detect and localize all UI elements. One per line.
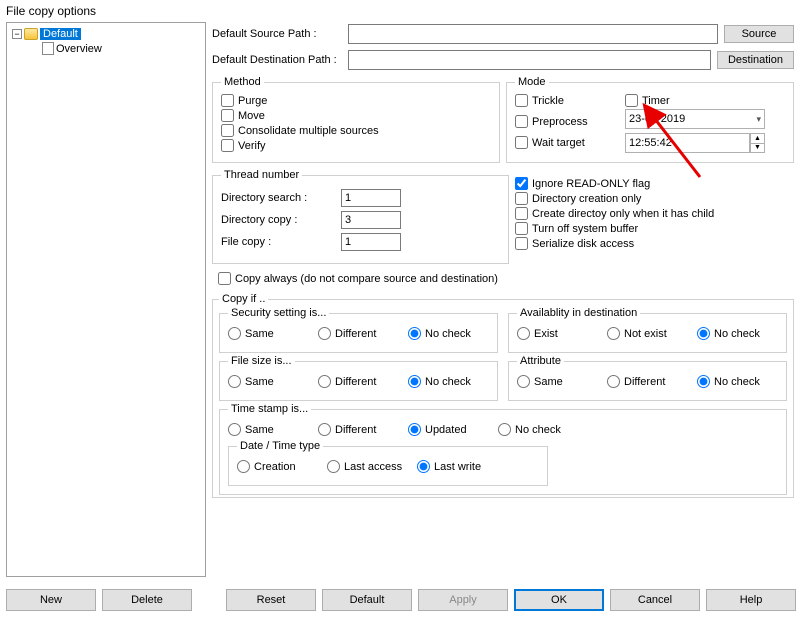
filesize-different-radio[interactable]: Different: [318, 375, 398, 388]
dir-copy-input[interactable]: [341, 211, 401, 229]
cancel-button[interactable]: Cancel: [610, 589, 700, 611]
timer-checkbox[interactable]: Timer: [625, 94, 785, 107]
folder-icon: [24, 28, 38, 40]
copy-if-fieldset: Copy if .. Security setting is... Same D…: [212, 293, 794, 498]
move-checkbox[interactable]: Move: [221, 109, 491, 122]
serialize-checkbox[interactable]: Serialize disk access: [515, 237, 794, 250]
dt-creation-radio[interactable]: Creation: [237, 460, 317, 473]
security-same-radio[interactable]: Same: [228, 327, 308, 340]
timestamp-nocheck-radio[interactable]: No check: [498, 423, 578, 436]
source-path-input[interactable]: [348, 24, 718, 44]
source-path-label: Default Source Path :: [212, 28, 342, 40]
create-dir-child-checkbox[interactable]: Create directoy only when it has child: [515, 207, 794, 220]
security-fieldset: Security setting is... Same Different No…: [219, 307, 498, 353]
dir-creation-only-checkbox[interactable]: Directory creation only: [515, 192, 794, 205]
apply-button[interactable]: Apply: [418, 589, 508, 611]
window-title: File copy options: [0, 0, 800, 22]
filesize-fieldset: File size is... Same Different No check: [219, 355, 498, 401]
timestamp-same-radio[interactable]: Same: [228, 423, 308, 436]
timestamp-updated-radio[interactable]: Updated: [408, 423, 488, 436]
method-fieldset: Method Purge Move Consolidate multiple s…: [212, 76, 500, 163]
method-legend: Method: [221, 76, 264, 88]
dir-copy-label: Directory copy :: [221, 214, 341, 226]
avail-notexist-radio[interactable]: Not exist: [607, 327, 687, 340]
turn-off-buffer-checkbox[interactable]: Turn off system buffer: [515, 222, 794, 235]
filesize-nocheck-radio[interactable]: No check: [408, 375, 488, 388]
copy-always-checkbox[interactable]: Copy always (do not compare source and d…: [218, 272, 794, 285]
tree-node-overview[interactable]: Overview: [41, 41, 201, 56]
tree-label-default: Default: [40, 28, 81, 40]
security-different-radio[interactable]: Different: [318, 327, 398, 340]
consolidate-checkbox[interactable]: Consolidate multiple sources: [221, 124, 491, 137]
time-picker[interactable]: 12:55:42: [625, 133, 750, 153]
trickle-checkbox[interactable]: Trickle: [515, 94, 621, 107]
tree-label-overview: Overview: [56, 43, 102, 55]
attribute-fieldset: Attribute Same Different No check: [508, 355, 787, 401]
avail-exist-radio[interactable]: Exist: [517, 327, 597, 340]
help-button[interactable]: Help: [706, 589, 796, 611]
file-copy-input[interactable]: [341, 233, 401, 251]
filesize-same-radio[interactable]: Same: [228, 375, 308, 388]
datetime-type-fieldset: Date / Time type Creation Last access La…: [228, 440, 548, 486]
mode-fieldset: Mode Trickle Preprocess Wait target Time…: [506, 76, 794, 163]
attribute-different-radio[interactable]: Different: [607, 375, 687, 388]
file-copy-label: File copy :: [221, 236, 341, 248]
copy-if-legend: Copy if ..: [219, 293, 268, 305]
caret-up-icon: ▲: [751, 134, 764, 144]
attribute-same-radio[interactable]: Same: [517, 375, 597, 388]
collapse-icon[interactable]: −: [12, 29, 22, 39]
ignore-readonly-checkbox[interactable]: Ignore READ-ONLY flag: [515, 177, 794, 190]
thread-number-fieldset: Thread number Directory search : Directo…: [212, 169, 509, 264]
date-picker[interactable]: 23-07-2019▾: [625, 109, 765, 129]
tree-node-default[interactable]: − Default: [11, 27, 201, 41]
default-button[interactable]: Default: [322, 589, 412, 611]
wait-target-checkbox[interactable]: Wait target: [515, 136, 621, 149]
dir-search-input[interactable]: [341, 189, 401, 207]
time-spinner[interactable]: ▲▼: [750, 133, 765, 153]
timestamp-different-radio[interactable]: Different: [318, 423, 398, 436]
button-bar: New Delete Reset Default Apply OK Cancel…: [6, 589, 794, 611]
source-button[interactable]: Source: [724, 25, 794, 43]
delete-button[interactable]: Delete: [102, 589, 192, 611]
document-icon: [42, 42, 54, 55]
new-button[interactable]: New: [6, 589, 96, 611]
dt-lastwrite-radio[interactable]: Last write: [417, 460, 497, 473]
ok-button[interactable]: OK: [514, 589, 604, 611]
dt-lastaccess-radio[interactable]: Last access: [327, 460, 407, 473]
dest-path-input[interactable]: [348, 50, 711, 70]
avail-nocheck-radio[interactable]: No check: [697, 327, 777, 340]
caret-down-icon: ▼: [751, 144, 764, 153]
verify-checkbox[interactable]: Verify: [221, 139, 491, 152]
security-nocheck-radio[interactable]: No check: [408, 327, 488, 340]
thread-legend: Thread number: [221, 169, 302, 181]
dest-path-label: Default Destination Path :: [212, 54, 342, 66]
profile-tree[interactable]: − Default Overview: [6, 22, 206, 577]
preprocess-checkbox[interactable]: Preprocess: [515, 115, 621, 128]
reset-button[interactable]: Reset: [226, 589, 316, 611]
attribute-nocheck-radio[interactable]: No check: [697, 375, 777, 388]
availability-fieldset: Availablity in destination Exist Not exi…: [508, 307, 787, 353]
purge-checkbox[interactable]: Purge: [221, 94, 491, 107]
dir-search-label: Directory search :: [221, 192, 341, 204]
mode-legend: Mode: [515, 76, 549, 88]
destination-button[interactable]: Destination: [717, 51, 794, 69]
timestamp-fieldset: Time stamp is... Same Different Updated …: [219, 403, 787, 495]
dropdown-icon: ▾: [756, 114, 761, 125]
